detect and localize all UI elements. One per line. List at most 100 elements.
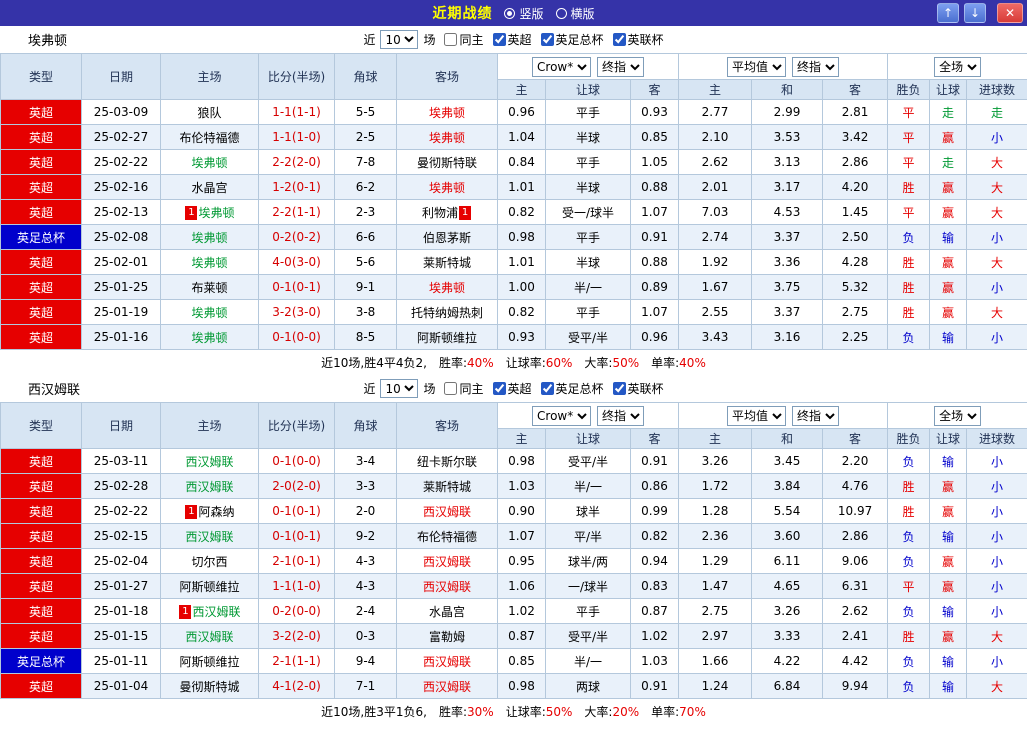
scroll-down-button[interactable]: ↓ (964, 3, 986, 23)
final-index-select-2[interactable]: 终指 (792, 405, 840, 426)
handicap-home-odds-cell: 0.84 (497, 149, 546, 175)
team-label: 西汉姆联 (422, 504, 471, 519)
match-count-select[interactable]: 10 (380, 379, 419, 398)
odds-source-select[interactable]: Crow* (532, 405, 592, 426)
home-team-cell: 埃弗顿 (160, 149, 259, 175)
final-index-select-2[interactable]: 终指 (792, 56, 840, 77)
radio-label-horizontal: 横版 (570, 6, 595, 21)
summary-stat: 让球率:60% (506, 354, 573, 371)
home-team-cell: 狼队 (160, 99, 259, 125)
close-button[interactable]: ✕ (997, 3, 1023, 23)
corner-cell: 9-2 (334, 523, 397, 549)
scroll-up-button[interactable]: ↑ (937, 3, 959, 23)
handicap-home-odds-cell: 1.03 (497, 473, 546, 499)
handicap-home-odds-cell: 0.96 (497, 99, 546, 125)
wdl-result-cell: 平 (887, 99, 931, 125)
corner-cell: 7-8 (334, 149, 397, 175)
home-team-cell: 西汉姆联 (160, 448, 259, 474)
checkbox-icon[interactable] (492, 382, 506, 395)
home-team-cell: 阿斯顿维拉 (160, 648, 259, 674)
avg-home-odds-cell: 2.36 (678, 523, 753, 549)
handicap-home-odds-cell: 0.87 (497, 623, 546, 649)
handicap-away-odds-cell: 0.99 (629, 498, 680, 524)
filter-checkbox-3[interactable]: 英联杯 (612, 31, 664, 48)
summary-stat: 大率:50% (584, 354, 639, 371)
average-select[interactable]: 平均值 (727, 56, 787, 77)
corner-cell: 4-3 (334, 548, 397, 574)
handicap-home-odds-cell: 0.82 (497, 199, 546, 225)
filter-label: 同主 (459, 33, 484, 47)
filter-checkbox-0[interactable]: 同主 (444, 380, 484, 397)
average-odds-group: 平均值 终指 (678, 53, 889, 80)
home-team-cell: 1 西汉姆联 (160, 598, 259, 624)
filter-checkbox-1[interactable]: 英超 (492, 380, 532, 397)
wdl-result-cell: 负 (887, 448, 931, 474)
layout-radio-vertical[interactable]: 竖版 (504, 5, 544, 22)
league-type-cell: 英超 (0, 623, 82, 649)
col-handicap-result: 让球 (929, 79, 968, 100)
fulltime-select[interactable]: 全场 (934, 405, 982, 426)
average-select[interactable]: 平均值 (727, 405, 787, 426)
checkbox-icon[interactable] (612, 382, 626, 395)
fulltime-select[interactable]: 全场 (934, 56, 982, 77)
checkbox-icon[interactable] (444, 33, 458, 46)
match-row: 英超 25-02-22 埃弗顿 2-2(2-0) 7-8 曼彻斯特联 0.84 平手 1.05 2… (0, 149, 1027, 175)
col-avg-away: 客 (822, 428, 889, 449)
odds-source-select[interactable]: Crow* (532, 56, 592, 77)
wdl-result-cell: 负 (887, 548, 931, 574)
final-index-select[interactable]: 终指 (597, 56, 645, 77)
team-label: 富勒姆 (428, 629, 465, 644)
score-cell: 0-2(0-0) (258, 598, 335, 624)
match-row: 英超 25-01-18 1 西汉姆联 0-2(0-0) 2-4 水晶宫 1.02 平手 0.87 2… (0, 598, 1027, 624)
home-team-cell: 切尔西 (160, 548, 259, 574)
wdl-result-cell: 负 (887, 324, 931, 350)
handicap-result-cell: 输 (929, 648, 968, 674)
match-row: 英超 25-01-27 阿斯顿维拉 1-1(1-0) 4-3 西汉姆联 1.06 一/球半 0.… (0, 573, 1027, 599)
col-handicap-home: 主 (497, 79, 546, 100)
stat-label: 让球率: (505, 705, 546, 719)
summary-prefix: 近10场,胜3平1负6, (321, 705, 427, 719)
filter-checkbox-3[interactable]: 英联杯 (612, 380, 664, 397)
score-cell: 2-1(0-1) (258, 548, 335, 574)
avg-draw-odds-cell: 6.84 (751, 673, 824, 699)
match-date-cell: 25-01-15 (81, 623, 161, 649)
wdl-result-cell: 胜 (887, 174, 931, 200)
team-label: 埃弗顿 (191, 255, 228, 270)
checkbox-icon[interactable] (612, 33, 626, 46)
radio-label-vertical: 竖版 (519, 6, 544, 21)
away-team-cell: 西汉姆联 (396, 648, 498, 674)
filter-checkbox-0[interactable]: 同主 (444, 31, 484, 48)
filter-checkbox-1[interactable]: 英超 (492, 31, 532, 48)
wdl-result-cell: 胜 (887, 498, 931, 524)
avg-home-odds-cell: 1.28 (678, 498, 753, 524)
league-type-cell: 英超 (0, 324, 82, 350)
checkbox-icon[interactable] (540, 382, 554, 395)
wdl-result-cell: 平 (887, 199, 931, 225)
handicap-home-odds-cell: 0.93 (497, 324, 546, 350)
league-type-cell: 英足总杯 (0, 224, 82, 250)
avg-away-odds-cell: 2.25 (822, 324, 889, 350)
filter-checkbox-2[interactable]: 英足总杯 (540, 380, 604, 397)
results-table: 类型 日期 主场 比分(半场) 角球 客场 Crow* 终指 平均值 终指 全场 主… (0, 53, 1027, 350)
team-label: 托特纳姆热刺 (410, 305, 483, 320)
layout-radio-horizontal[interactable]: 横版 (555, 5, 595, 22)
handicap-away-odds-cell: 0.89 (629, 274, 680, 300)
match-row: 英超 25-01-19 埃弗顿 3-2(3-0) 3-8 托特纳姆热刺 0.82 平手 1.07… (0, 299, 1027, 325)
checkbox-icon[interactable] (540, 33, 554, 46)
summary-stat: 胜率:30% (439, 703, 494, 720)
filter-checkbox-2[interactable]: 英足总杯 (540, 31, 604, 48)
goals-result-cell: 大 (966, 623, 1027, 649)
away-team-cell: 利物浦 1 (396, 199, 498, 225)
team-label: 水晶宫 (428, 604, 465, 619)
col-handicap-result: 让球 (929, 428, 968, 449)
score-cell: 3-2(3-0) (258, 299, 335, 325)
handicap-away-odds-cell: 0.82 (629, 523, 680, 549)
checkbox-icon[interactable] (444, 382, 458, 395)
away-team-cell: 水晶宫 (396, 598, 498, 624)
final-index-select[interactable]: 终指 (597, 405, 645, 426)
away-team-cell: 布伦特福德 (396, 523, 498, 549)
match-date-cell: 25-01-04 (81, 673, 161, 699)
checkbox-icon[interactable] (492, 33, 506, 46)
col-handicap-line: 让球 (545, 79, 631, 100)
match-count-select[interactable]: 10 (380, 30, 419, 49)
